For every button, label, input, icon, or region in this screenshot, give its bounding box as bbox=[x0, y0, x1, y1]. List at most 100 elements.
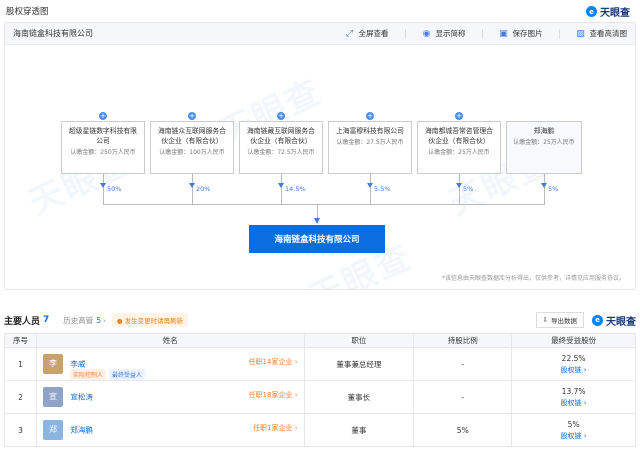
equity-toolbar: ⤢ 全屏查看 ◉ 显示简称 ▣ 保存图片 ▨ 查看高清图 bbox=[345, 28, 627, 39]
tag-list: 实际控制人 最终受益人 bbox=[69, 369, 145, 380]
personnel-section-header: 主要人员 7 历史高管 5 › ● 发生变更时请再刷新 ⇩ 导出数据 e 天眼查 bbox=[4, 312, 636, 328]
expand-plus-icon[interactable]: + bbox=[188, 112, 196, 120]
fullscreen-button[interactable]: ⤢ 全屏查看 bbox=[345, 28, 389, 39]
personnel-count: 7 bbox=[43, 315, 50, 325]
position-cell: 董事兼总经理 bbox=[303, 347, 415, 381]
chevron-right-icon: › bbox=[103, 316, 106, 325]
arrow-down-icon bbox=[367, 183, 373, 188]
arrow-down-icon bbox=[278, 183, 284, 188]
page: 股权穿透图 e 天眼查 海南链盒科技有限公司 ⤢ 全屏查看 ◉ 显示简称 ▣ 保… bbox=[0, 0, 640, 450]
brand-logo: e 天眼查 bbox=[586, 4, 630, 19]
expand-plus-icon[interactable]: + bbox=[99, 112, 107, 120]
history-executives-link[interactable]: 历史高管 5 › bbox=[63, 315, 106, 326]
personnel-table: 序号 姓名 职位 持股比例 最终受益股份 1 李 李威 实际控制人 最终受益人 … bbox=[4, 333, 636, 447]
equity-chain-link[interactable]: 股权链 › bbox=[512, 398, 635, 408]
column-header: 持股比例 bbox=[413, 333, 513, 348]
person-name-link[interactable]: 李威 bbox=[70, 360, 85, 369]
shareholder-card[interactable]: 郑海鹏 认缴金额：25万人民币 bbox=[506, 121, 582, 174]
brand-logo: e 天眼查 bbox=[592, 313, 636, 328]
divider bbox=[404, 28, 406, 39]
equity-chain-link[interactable]: 股权链 › bbox=[512, 431, 635, 441]
table-row: 2 宣 宣松涛 任职18家企业 › 董事长 - 13.7% 股权链 › bbox=[4, 380, 636, 414]
other-roles-link[interactable]: 任职18家企业 › bbox=[249, 390, 298, 400]
percent-label: 5.5% bbox=[374, 185, 391, 193]
name-cell: 李 李威 实际控制人 最终受益人 任职14家企业 › bbox=[35, 347, 305, 381]
avatar: 宣 bbox=[42, 387, 63, 407]
connector-line bbox=[103, 174, 104, 204]
divider bbox=[558, 28, 560, 39]
disclaimer-text: *该信息由天眼查数据库分析得出，仅供参考，详情见应用服务协议。 bbox=[441, 275, 625, 282]
name-cell: 郑 郑海鹏 任职1家企业 › bbox=[35, 413, 305, 447]
other-roles-link[interactable]: 任职1家企业 › bbox=[253, 423, 298, 433]
connector-line bbox=[103, 204, 545, 205]
position-cell: 董事长 bbox=[303, 380, 415, 414]
expand-plus-icon[interactable]: + bbox=[455, 112, 463, 120]
arrow-down-icon bbox=[189, 183, 195, 188]
column-header: 职位 bbox=[303, 333, 415, 348]
save-image-button[interactable]: ▣ 保存图片 bbox=[499, 28, 542, 39]
change-notice-tag[interactable]: ● 发生变更时请再刷新 bbox=[111, 313, 189, 327]
connector-line bbox=[317, 204, 318, 218]
expand-icon: ⤢ bbox=[345, 28, 354, 39]
export-data-button[interactable]: ⇩ 导出数据 bbox=[535, 312, 584, 328]
avatar: 李 bbox=[42, 354, 63, 374]
final-benefit-cell: 22.5% 股权链 › bbox=[511, 347, 636, 381]
shareholder-card[interactable]: + 海南链众互联网服务合伙企业（有限合伙） 认缴金额：100万人民币 bbox=[150, 112, 234, 174]
export-icon: ⇩ bbox=[542, 316, 548, 324]
column-header: 最终受益股份 bbox=[511, 333, 636, 348]
row-index: 2 bbox=[4, 380, 37, 414]
eye-icon: ◉ bbox=[422, 28, 431, 39]
expand-plus-icon[interactable]: + bbox=[366, 112, 374, 120]
view-hd-button[interactable]: ▨ 查看高清图 bbox=[576, 28, 627, 39]
target-company-box[interactable]: 海南链盒科技有限公司 bbox=[249, 225, 385, 253]
arrow-down-icon bbox=[456, 183, 462, 188]
position-cell: 董事 bbox=[303, 413, 415, 447]
brand-name: 天眼查 bbox=[600, 8, 630, 19]
final-benefit-cell: 13.7% 股权链 › bbox=[511, 380, 636, 414]
bell-icon: ● bbox=[116, 317, 123, 325]
arrow-down-icon bbox=[314, 218, 320, 224]
arrow-down-icon bbox=[100, 183, 106, 188]
tag: 实际控制人 bbox=[69, 369, 106, 380]
equity-panel-header: 海南链盒科技有限公司 ⤢ 全屏查看 ◉ 显示简称 ▣ 保存图片 ▨ 查看高清图 bbox=[5, 23, 635, 45]
table-row: 3 郑 郑海鹏 任职1家企业 › 董事 5% 5% 股权链 › bbox=[4, 413, 636, 447]
equity-panel: 海南链盒科技有限公司 ⤢ 全屏查看 ◉ 显示简称 ▣ 保存图片 ▨ 查看高清图 … bbox=[4, 22, 636, 290]
connector-line bbox=[544, 174, 545, 204]
name-cell: 宣 宣松涛 任职18家企业 › bbox=[35, 380, 305, 414]
column-header: 序号 bbox=[4, 333, 37, 348]
image-icon: ▨ bbox=[576, 28, 585, 39]
other-roles-link[interactable]: 任职14家企业 › bbox=[249, 357, 298, 367]
shareholding-cell: - bbox=[413, 380, 513, 414]
shareholding-cell: 5% bbox=[413, 413, 513, 447]
person-name-link[interactable]: 宣松涛 bbox=[70, 393, 93, 402]
row-index: 3 bbox=[4, 413, 37, 447]
percent-label: 20% bbox=[196, 185, 211, 193]
connector-line bbox=[370, 174, 371, 204]
connector-line bbox=[192, 174, 193, 204]
shareholding-cell: - bbox=[413, 347, 513, 381]
person-name-link[interactable]: 郑海鹏 bbox=[70, 426, 93, 435]
shareholder-card[interactable]: + 海南都城吾常咨管理合伙企业（有限合伙） 认缴金额：25万人民币 bbox=[417, 112, 501, 174]
table-row: 1 李 李威 实际控制人 最终受益人 任职14家企业 › 董事兼总经理 - 22… bbox=[4, 347, 636, 381]
tag: 最终受益人 bbox=[108, 369, 145, 380]
table-header-row: 序号 姓名 职位 持股比例 最终受益股份 bbox=[4, 333, 636, 348]
section-title: 主要人员 bbox=[4, 316, 41, 327]
column-header: 姓名 bbox=[35, 333, 305, 348]
arrow-down-icon bbox=[541, 183, 547, 188]
shareholder-card[interactable]: + 海南链藏互联网服务合伙企业（有限合伙） 认缴金额：72.5万人民币 bbox=[239, 112, 323, 174]
shareholder-card[interactable]: + 超级星链数字科技有限公司 认缴金额：250万人民币 bbox=[61, 112, 145, 174]
company-name: 海南链盒科技有限公司 bbox=[13, 29, 93, 38]
avatar: 郑 bbox=[42, 420, 63, 440]
expand-plus-icon[interactable]: + bbox=[277, 112, 285, 120]
percent-label: 5% bbox=[463, 185, 474, 193]
shareholder-card[interactable]: + 上海富穆科技有限公司 认缴金额：27.5万人民币 bbox=[328, 112, 412, 174]
show-abbreviation-button[interactable]: ◉ 显示简称 bbox=[422, 28, 466, 39]
tianyancha-logo-icon: e bbox=[586, 6, 597, 17]
row-index: 1 bbox=[4, 347, 37, 381]
equity-chain-link[interactable]: 股权链 › bbox=[512, 365, 635, 375]
percent-label: 5% bbox=[548, 185, 559, 193]
save-icon: ▣ bbox=[499, 28, 508, 39]
page-title: 股权穿透图 bbox=[6, 7, 49, 17]
equity-chart: 天眼查 天眼查 天眼查 天眼查 + 超级星链数字科技有限公司 认缴金额：250万… bbox=[5, 45, 635, 289]
final-benefit-cell: 5% 股权链 › bbox=[511, 413, 636, 447]
